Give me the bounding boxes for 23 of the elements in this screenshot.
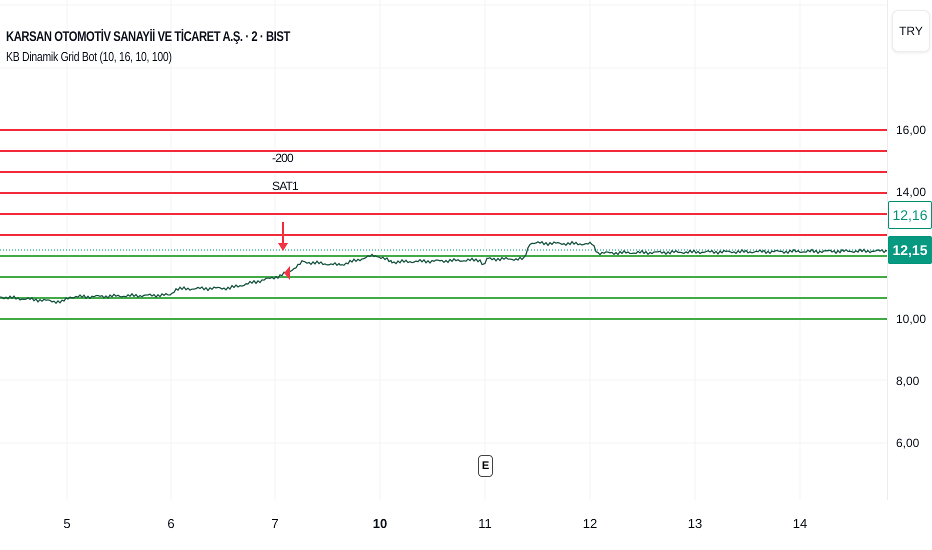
time-axis-label: 12 <box>582 516 598 531</box>
indicator-label[interactable]: KB Dinamik Grid Bot (10, 16, 10, 100) <box>6 49 290 64</box>
sell-arrow-icon <box>278 222 288 251</box>
order-quantity: -200 <box>272 151 293 165</box>
price-tag: 12,16 <box>888 201 932 229</box>
time-axis-label: 10 <box>372 516 388 531</box>
price-axis-label: 10,00 <box>896 312 926 326</box>
time-axis-label: 5 <box>63 516 71 531</box>
price-tag: 12,15 <box>888 236 932 264</box>
time-axis-label: 6 <box>167 516 175 531</box>
time-axis-label: 13 <box>688 516 702 531</box>
time-axis-label: 7 <box>271 516 279 531</box>
time-axis-label: 14 <box>792 516 808 531</box>
currency-button[interactable]: TRY <box>892 10 930 52</box>
entry-marker-icon <box>284 266 290 280</box>
signal-label: SAT1 <box>272 179 298 193</box>
price-axis-label: 8,00 <box>896 374 920 388</box>
time-axis-label: 11 <box>478 516 492 531</box>
price-axis-label: 14,00 <box>896 185 926 199</box>
price-axis-label: 6,00 <box>896 436 920 450</box>
symbol-title: KARSAN OTOMOTİV SANAYİİ VE TİCARET A.Ş. · 2 · BIST <box>6 28 290 44</box>
price-axis-label: 16,00 <box>896 123 926 137</box>
event-badge[interactable]: E <box>478 455 493 477</box>
